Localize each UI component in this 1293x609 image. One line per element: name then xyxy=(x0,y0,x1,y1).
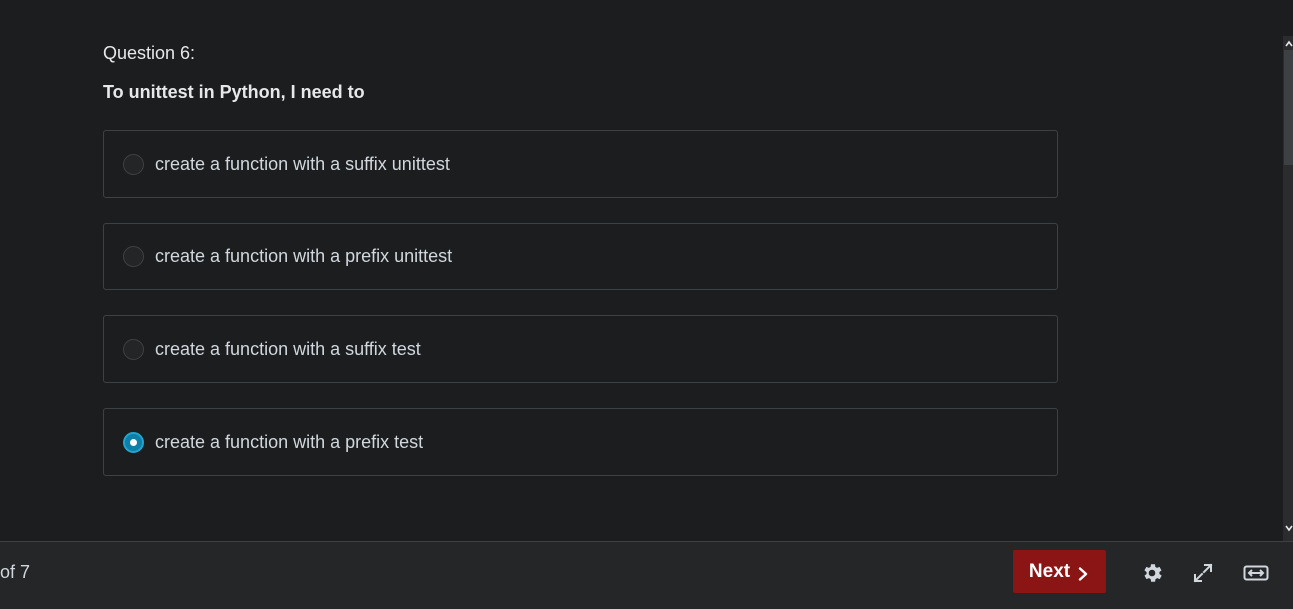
answer-option-2[interactable]: create a function with a prefix unittest xyxy=(103,223,1058,290)
radio-button-selected[interactable] xyxy=(123,431,144,453)
next-button-label: Next xyxy=(1028,560,1071,582)
question-number: Question 6: xyxy=(103,43,196,63)
radio-button[interactable] xyxy=(123,246,144,267)
quiz-content: Question 6: To unittest in Python, I nee… xyxy=(0,0,1283,541)
answer-option-3[interactable]: create a function with a suffix test xyxy=(103,315,1058,383)
answer-option-4[interactable]: create a function with a prefix test xyxy=(103,408,1058,476)
scrollbar-thumb[interactable] xyxy=(1284,50,1293,165)
next-button[interactable]: Next xyxy=(1013,550,1106,593)
progress-text: of 7 xyxy=(0,562,31,582)
answer-list: create a function with a suffix unittest… xyxy=(103,130,1058,501)
scroll-up-arrow-icon[interactable] xyxy=(1285,40,1293,50)
answer-option-1[interactable]: create a function with a suffix unittest xyxy=(103,130,1058,198)
radio-button[interactable] xyxy=(123,153,144,175)
scroll-down-arrow-icon[interactable] xyxy=(1285,523,1293,533)
radio-button[interactable] xyxy=(123,338,144,360)
answer-label: create a function with a prefix unittest xyxy=(155,246,453,266)
footer-bar: of 7 Next xyxy=(0,541,1293,609)
fullscreen-icon[interactable] xyxy=(1191,561,1215,585)
chevron-right-icon xyxy=(1076,565,1090,581)
settings-icon[interactable] xyxy=(1140,561,1164,585)
answer-label: create a function with a prefix test xyxy=(155,431,424,452)
question-prompt: To unittest in Python, I need to xyxy=(103,82,365,102)
answer-label: create a function with a suffix test xyxy=(155,338,421,359)
expand-width-icon[interactable] xyxy=(1243,561,1269,585)
answer-label: create a function with a suffix unittest xyxy=(155,153,450,174)
